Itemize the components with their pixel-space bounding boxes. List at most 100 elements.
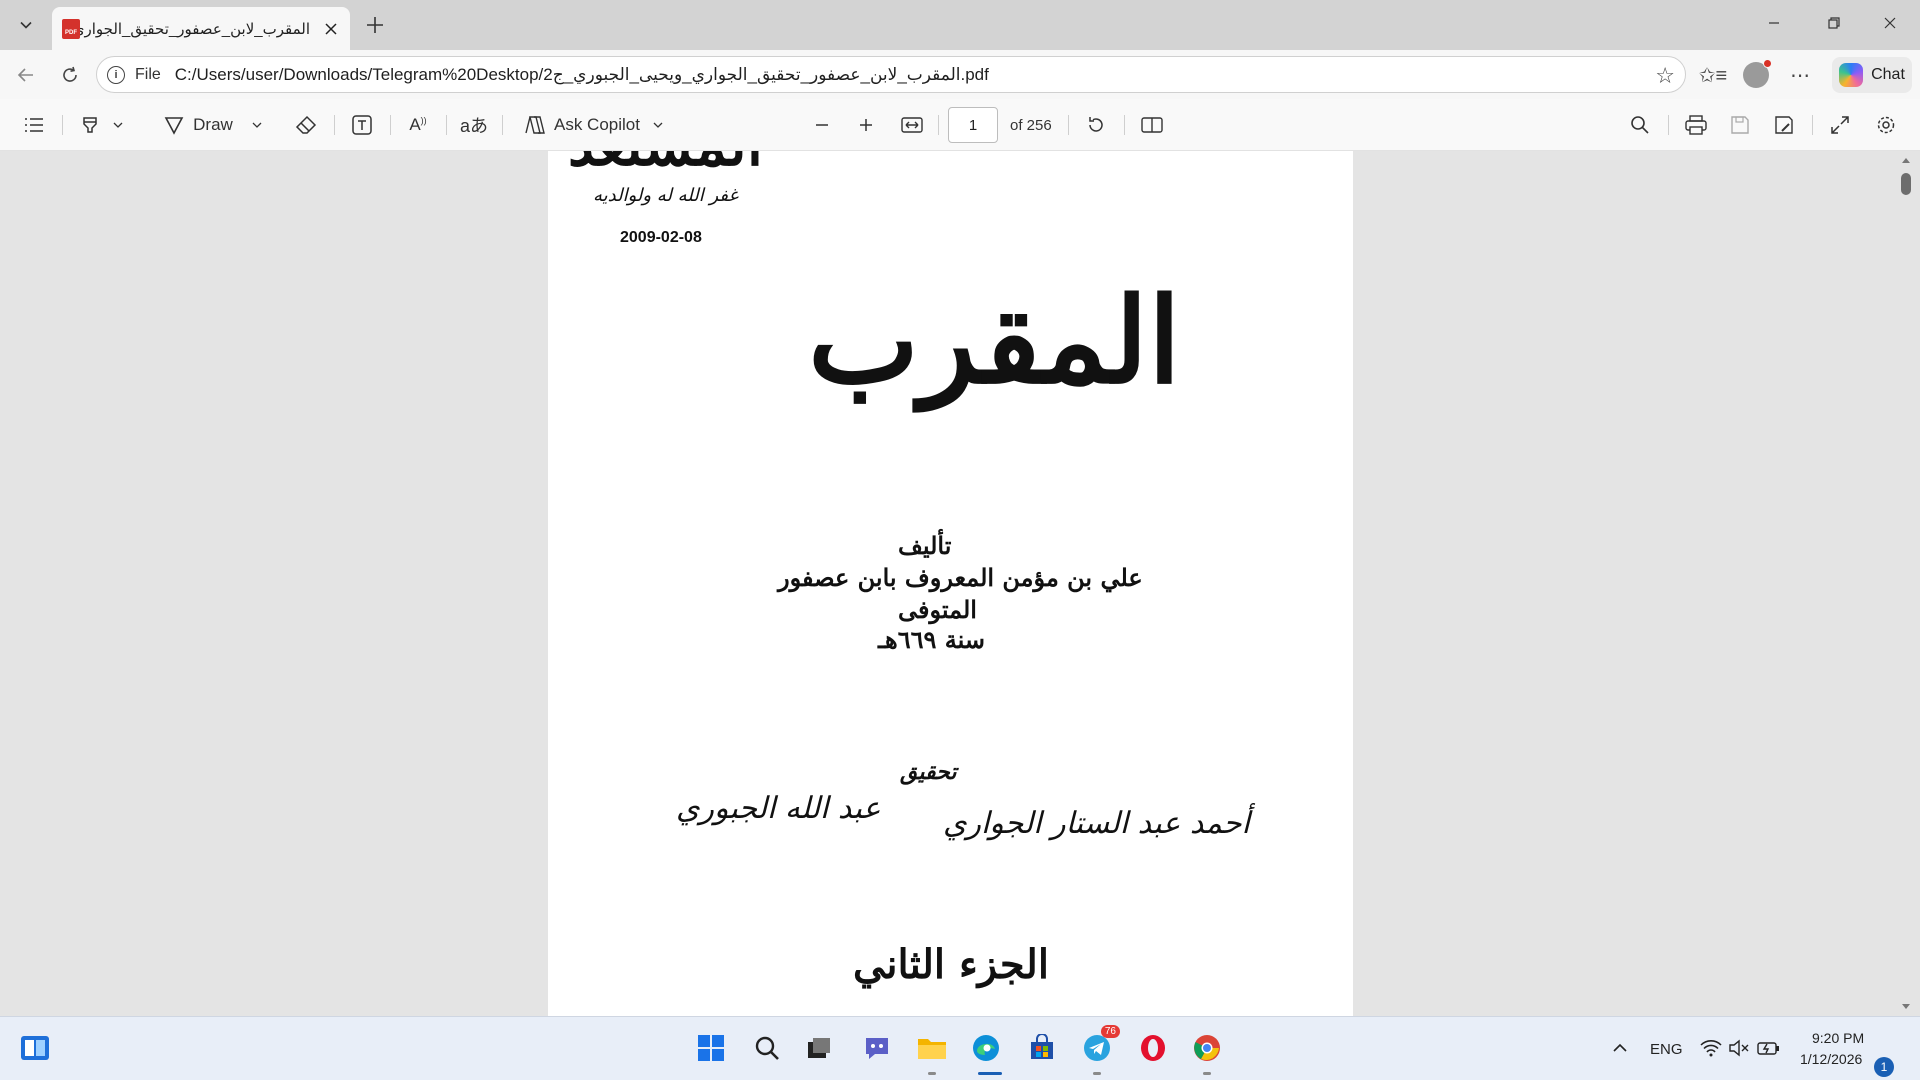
tab-actions-button[interactable] bbox=[10, 9, 42, 41]
favorite-star-icon[interactable]: ☆ bbox=[1655, 63, 1675, 89]
save-as-button[interactable] bbox=[1768, 109, 1800, 141]
page-view-button[interactable] bbox=[1136, 109, 1168, 141]
language-indicator[interactable]: ENG bbox=[1650, 1041, 1683, 1058]
read-aloud-button[interactable]: A)) bbox=[402, 109, 434, 141]
plus-icon bbox=[367, 17, 383, 33]
author-name: علي بن مؤمن المعروف بابن عصفور bbox=[778, 563, 1143, 592]
settings-button[interactable] bbox=[1870, 109, 1902, 141]
refresh-button[interactable] bbox=[54, 59, 86, 91]
fit-to-width-button[interactable] bbox=[896, 109, 928, 141]
wifi-icon bbox=[1700, 1040, 1722, 1057]
translate-button[interactable]: aあ bbox=[458, 109, 490, 141]
battery-charging-icon bbox=[1757, 1042, 1779, 1055]
info-icon[interactable]: i bbox=[107, 65, 125, 84]
pen-icon bbox=[164, 117, 184, 135]
toolbar-separator bbox=[1668, 115, 1669, 135]
avatar bbox=[1743, 59, 1772, 88]
text-box-icon bbox=[352, 115, 372, 135]
file-explorer-button[interactable] bbox=[915, 1031, 949, 1065]
scroll-down-icon[interactable] bbox=[1896, 1000, 1916, 1014]
expand-icon bbox=[1831, 116, 1849, 134]
opera-icon bbox=[1141, 1035, 1165, 1061]
close-tab-button[interactable] bbox=[320, 18, 342, 40]
toolbar-separator bbox=[502, 115, 503, 135]
opera-browser-button[interactable] bbox=[1136, 1031, 1170, 1065]
zoom-out-button[interactable] bbox=[806, 109, 838, 141]
draw-label: Draw bbox=[193, 115, 233, 134]
address-bar-row: i File C:/Users/user/Downloads/Telegram%… bbox=[0, 50, 1920, 99]
page-number-input[interactable]: 1 bbox=[948, 107, 998, 143]
translate-icon: aあ bbox=[459, 116, 488, 136]
new-tab-button[interactable] bbox=[360, 10, 390, 40]
search-icon bbox=[1631, 116, 1649, 134]
stamp-inscription: غفر الله له ولوالديه bbox=[593, 185, 738, 206]
toolbar-separator bbox=[334, 115, 335, 135]
widgets-button[interactable] bbox=[18, 1031, 52, 1065]
search-button[interactable] bbox=[1624, 109, 1656, 141]
highlight-button[interactable] bbox=[72, 109, 132, 141]
zoom-in-button[interactable] bbox=[850, 109, 882, 141]
telegram-button[interactable]: 76 bbox=[1080, 1025, 1120, 1065]
clock-date[interactable]: 1/12/2026 bbox=[1800, 1051, 1862, 1067]
browser-tab[interactable]: PDF المقرب_لابن_عصفور_تحقيق_الجواري... bbox=[52, 7, 350, 50]
chrome-browser-button[interactable] bbox=[1190, 1031, 1224, 1065]
notification-badge[interactable]: 1 bbox=[1874, 1057, 1894, 1077]
add-text-button[interactable] bbox=[346, 109, 378, 141]
running-indicator bbox=[928, 1072, 936, 1075]
printer-icon bbox=[1685, 115, 1707, 135]
close-icon bbox=[1884, 17, 1896, 29]
favorites-button[interactable]: ✩≡ bbox=[1697, 59, 1729, 91]
print-button[interactable] bbox=[1680, 109, 1712, 141]
contents-button[interactable] bbox=[18, 109, 50, 141]
task-view-button[interactable] bbox=[802, 1031, 836, 1065]
date-stamp: 2009-02-08 bbox=[620, 229, 702, 246]
fullscreen-button[interactable] bbox=[1824, 109, 1856, 141]
search-button[interactable] bbox=[750, 1031, 784, 1065]
draw-button[interactable]: Draw bbox=[156, 109, 270, 141]
minimize-button[interactable] bbox=[1746, 0, 1802, 46]
book-title: المقرب bbox=[808, 271, 1181, 410]
close-window-button[interactable] bbox=[1862, 0, 1918, 46]
save-button[interactable] bbox=[1724, 109, 1756, 141]
edge-browser-button[interactable] bbox=[969, 1031, 1003, 1065]
clock-time[interactable]: 9:20 PM bbox=[1812, 1030, 1864, 1046]
save-icon bbox=[1731, 116, 1749, 134]
profile-button[interactable] bbox=[1740, 59, 1772, 91]
running-indicator bbox=[1093, 1072, 1101, 1075]
close-icon bbox=[325, 22, 337, 35]
scrollbar-thumb[interactable] bbox=[1901, 173, 1911, 195]
highlighter-icon bbox=[83, 117, 97, 133]
telegram-icon bbox=[1084, 1035, 1110, 1061]
chrome-icon bbox=[1194, 1035, 1220, 1061]
teams-chat-button[interactable] bbox=[860, 1031, 894, 1065]
toolbar-separator bbox=[938, 115, 939, 135]
minus-icon bbox=[816, 124, 828, 126]
back-button[interactable] bbox=[10, 59, 42, 91]
editor-2: عبد الله الجبوري bbox=[676, 791, 881, 826]
gear-icon bbox=[1877, 116, 1895, 134]
restore-button[interactable] bbox=[1806, 0, 1862, 46]
ask-copilot-label: Ask Copilot bbox=[554, 115, 640, 134]
battery-button[interactable] bbox=[1752, 1031, 1786, 1065]
start-button[interactable] bbox=[694, 1031, 728, 1065]
scroll-up-icon[interactable] bbox=[1896, 153, 1916, 167]
store-icon bbox=[1031, 1034, 1053, 1059]
volume-button[interactable] bbox=[1722, 1031, 1756, 1065]
toolbar-separator bbox=[446, 115, 447, 135]
arrow-left-icon bbox=[17, 68, 33, 82]
address-bar[interactable]: i File C:/Users/user/Downloads/Telegram%… bbox=[96, 56, 1686, 93]
favorites-list-icon: ✩≡ bbox=[1698, 64, 1728, 87]
ask-copilot-button[interactable]: Ask Copilot bbox=[518, 109, 670, 141]
toolbar-separator bbox=[62, 115, 63, 135]
show-hidden-icons-button[interactable] bbox=[1603, 1031, 1637, 1065]
rotate-button[interactable] bbox=[1080, 109, 1112, 141]
vertical-scrollbar[interactable] bbox=[1896, 151, 1916, 1016]
pdf-viewer[interactable]: المستعد غفر الله له ولوالديه 2009-02-08 … bbox=[0, 151, 1920, 1016]
microsoft-store-button[interactable] bbox=[1025, 1031, 1059, 1065]
list-icon bbox=[25, 118, 43, 132]
more-menu-button[interactable]: ⋯ bbox=[1784, 59, 1816, 91]
copilot-chat-button[interactable]: Chat bbox=[1832, 57, 1912, 93]
erase-button[interactable] bbox=[290, 109, 322, 141]
copilot-outline-icon bbox=[525, 116, 545, 134]
active-indicator bbox=[978, 1072, 1002, 1075]
